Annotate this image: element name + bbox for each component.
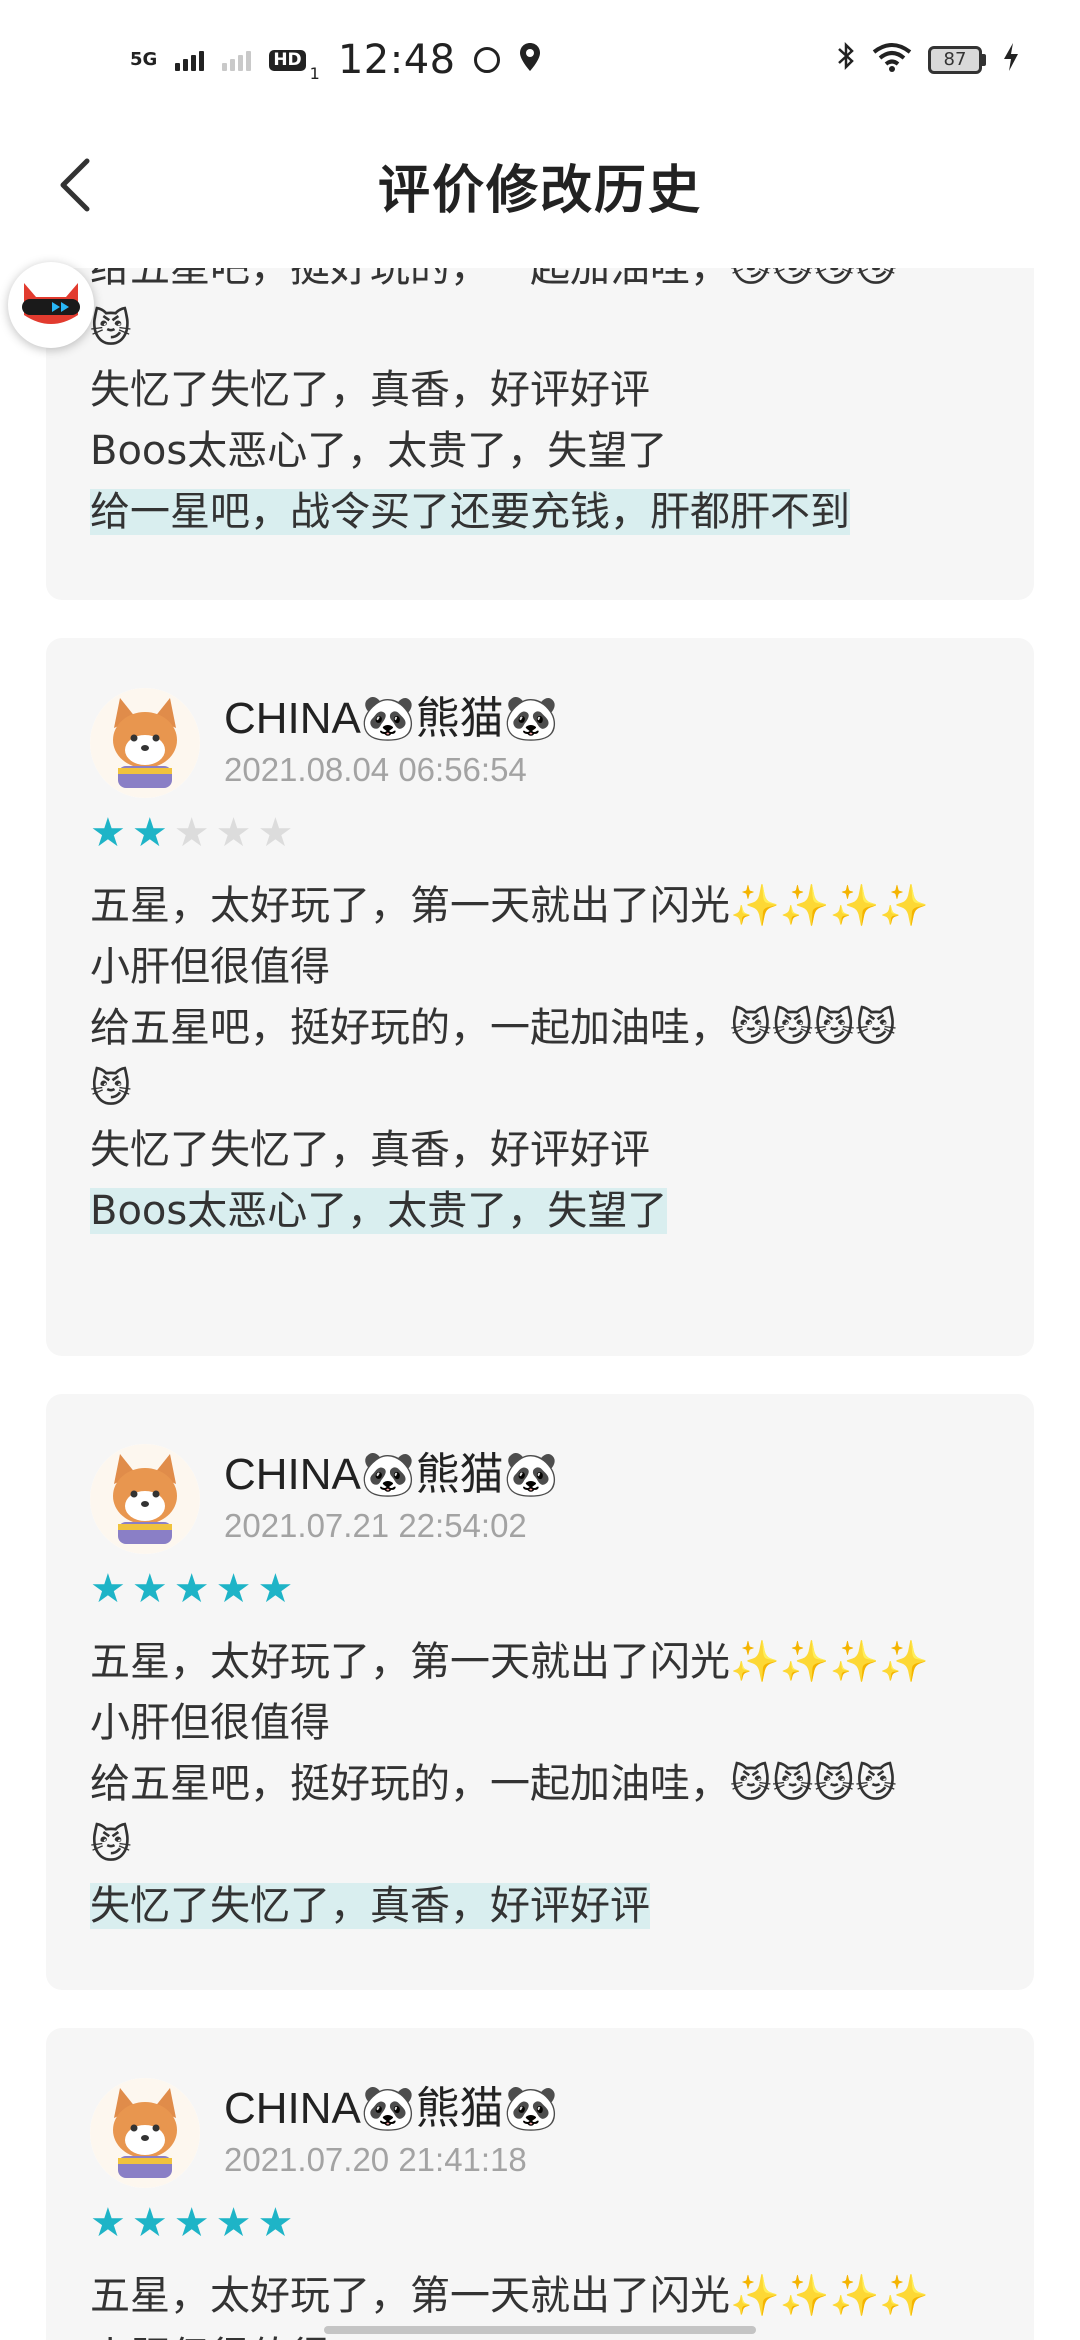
user-meta: CHINA🐼熊猫🐼 2021.07.21 22:54:02 — [224, 1444, 558, 1548]
back-button[interactable] — [40, 150, 110, 220]
hd-label: HD — [273, 49, 302, 70]
review-line: 失忆了失忆了，真香，好评好评 — [90, 367, 650, 413]
username: CHINA🐼熊猫🐼 — [224, 1450, 559, 1499]
status-bar-left: 5G HD 1 12:48 — [130, 37, 542, 83]
review-line: Boos太恶心了，太贵了，失望了 — [90, 428, 668, 474]
star-filled-icon: ★ — [173, 2200, 210, 2246]
review-line: 给五星吧，挺好玩的，一起加油哇，😼😼😼😼 — [90, 1761, 897, 1807]
wifi-icon — [872, 40, 912, 81]
username: CHINA🐼熊猫🐼 — [224, 694, 559, 743]
review-history-list[interactable]: 给五星吧，挺好玩的，一起加油哇，😼😼😼😼 😼 失忆了失忆了，真香，好评好评 Bo… — [0, 268, 1080, 2340]
highlighted-change: 失忆了失忆了，真香，好评好评 — [90, 1883, 650, 1929]
status-time: 12:48 — [337, 37, 456, 83]
highlighted-change: Boos太恶心了，太贵了，失望了 — [90, 1188, 668, 1234]
review-card-partial: 给五星吧，挺好玩的，一起加油哇，😼😼😼😼 😼 失忆了失忆了，真香，好评好评 Bo… — [46, 268, 1034, 600]
nav-bar: 评价修改历史 — [0, 120, 1080, 250]
review-line: 给五星吧，挺好玩的，一起加油哇，😼😼😼😼 — [90, 1005, 897, 1051]
review-line: 五星，太好玩了，第一天就出了闪光✨✨✨✨ — [90, 2273, 930, 2319]
status-bar: 5G HD 1 12:48 87 — [0, 0, 1080, 120]
floating-assistant-bubble[interactable] — [8, 262, 94, 348]
sync-icon — [473, 47, 500, 73]
star-filled-icon: ★ — [131, 2200, 168, 2246]
review-line: 😼 — [90, 1822, 132, 1868]
highlighted-change: 给一星吧，战令买了还要充钱，肝都肝不到 — [90, 489, 850, 535]
game-assistant-icon — [22, 283, 80, 324]
page-title: 评价修改历史 — [377, 160, 702, 221]
review-text: 给五星吧，挺好玩的，一起加油哇，😼😼😼😼 😼 失忆了失忆了，真香，好评好评 Bo… — [90, 268, 990, 543]
star-empty-icon: ★ — [215, 810, 252, 856]
user-meta: CHINA🐼熊猫🐼 2021.08.04 06:56:54 — [224, 688, 558, 792]
star-empty-icon: ★ — [173, 810, 210, 856]
star-empty-icon: ★ — [257, 810, 294, 856]
review-line: 小肝但很值得 — [90, 1700, 330, 1746]
review-line-highlighted: 失忆了失忆了，真香，好评好评 — [90, 1876, 990, 1937]
review-card: CHINA🐼熊猫🐼 2021.08.04 06:56:54 ★ ★ ★ ★ ★ 五星，太… — [46, 638, 1034, 1356]
avatar — [90, 688, 200, 798]
star-filled-icon: ★ — [215, 2200, 252, 2246]
username: CHINA🐼熊猫🐼 — [224, 2084, 559, 2133]
review-line: 😼 — [90, 1066, 132, 1112]
star-filled-icon: ★ — [90, 810, 126, 856]
review-line-highlighted: Boos太恶心了，太贵了，失望了 — [90, 1181, 990, 1242]
review-text: 五星，太好玩了，第一天就出了闪光✨✨✨✨ 小肝但很值得 给五星吧，挺好玩的，一起… — [90, 1632, 990, 1937]
avatar — [90, 2078, 200, 2188]
bluetooth-icon — [836, 40, 856, 81]
review-card: CHINA🐼熊猫🐼 2021.07.20 21:41:18 ★ ★ ★ ★ ★ 五星，太… — [46, 2028, 1034, 2340]
review-header: CHINA🐼熊猫🐼 2021.07.21 22:54:02 — [90, 1394, 990, 1554]
star-filled-icon: ★ — [90, 2200, 126, 2246]
star-rating: ★ ★ ★ ★ ★ — [90, 2202, 990, 2244]
review-header: CHINA🐼熊猫🐼 2021.08.04 06:56:54 — [90, 638, 990, 798]
avatar — [90, 1444, 200, 1554]
star-filled-icon: ★ — [131, 1566, 168, 1612]
star-filled-icon: ★ — [215, 1566, 252, 1612]
review-line: 五星，太好玩了，第一天就出了闪光✨✨✨✨ — [90, 883, 930, 929]
location-icon — [518, 40, 542, 81]
star-filled-icon: ★ — [90, 1566, 126, 1612]
review-line: 五星，太好玩了，第一天就出了闪光✨✨✨✨ — [90, 1639, 930, 1685]
charging-icon — [1002, 40, 1020, 81]
review-line: 失忆了失忆了，真香，好评好评 — [90, 1127, 650, 1173]
star-filled-icon: ★ — [257, 2200, 294, 2246]
review-card: CHINA🐼熊猫🐼 2021.07.21 22:54:02 ★ ★ ★ ★ ★ 五星，太… — [46, 1394, 1034, 1990]
review-header: CHINA🐼熊猫🐼 2021.07.20 21:41:18 — [90, 2028, 990, 2188]
star-filled-icon: ★ — [173, 1566, 210, 1612]
battery-icon: 87 — [928, 46, 986, 74]
network-type: 5G — [130, 49, 158, 70]
review-line: 😼 — [90, 306, 132, 352]
review-timestamp: 2021.08.04 06:56:54 — [224, 751, 527, 788]
review-line: 小肝但很值得 — [90, 944, 330, 990]
hd-sub: 1 — [309, 64, 320, 83]
review-timestamp: 2021.07.20 21:41:18 — [224, 2141, 527, 2178]
review-line: 给五星吧，挺好玩的，一起加油哇，😼😼😼😼 — [90, 268, 897, 291]
battery-level: 87 — [928, 46, 982, 74]
star-rating: ★ ★ ★ ★ ★ — [90, 812, 990, 854]
user-meta: CHINA🐼熊猫🐼 2021.07.20 21:41:18 — [224, 2078, 558, 2182]
signal-icon — [175, 49, 205, 71]
star-filled-icon: ★ — [131, 810, 168, 856]
home-indicator[interactable] — [324, 2326, 756, 2334]
signal-icon-secondary — [222, 49, 252, 71]
review-line-highlighted: 给一星吧，战令买了还要充钱，肝都肝不到 — [90, 482, 990, 543]
review-text: 五星，太好玩了，第一天就出了闪光✨✨✨✨ 小肝但很值得 给五星吧，挺好玩的，一起… — [90, 876, 990, 1242]
hd-voice-icon: HD — [269, 49, 306, 71]
status-bar-right: 87 — [836, 40, 1020, 81]
star-filled-icon: ★ — [257, 1566, 294, 1612]
review-timestamp: 2021.07.21 22:54:02 — [224, 1507, 527, 1544]
star-rating: ★ ★ ★ ★ ★ — [90, 1568, 990, 1610]
chevron-left-icon — [60, 158, 90, 212]
